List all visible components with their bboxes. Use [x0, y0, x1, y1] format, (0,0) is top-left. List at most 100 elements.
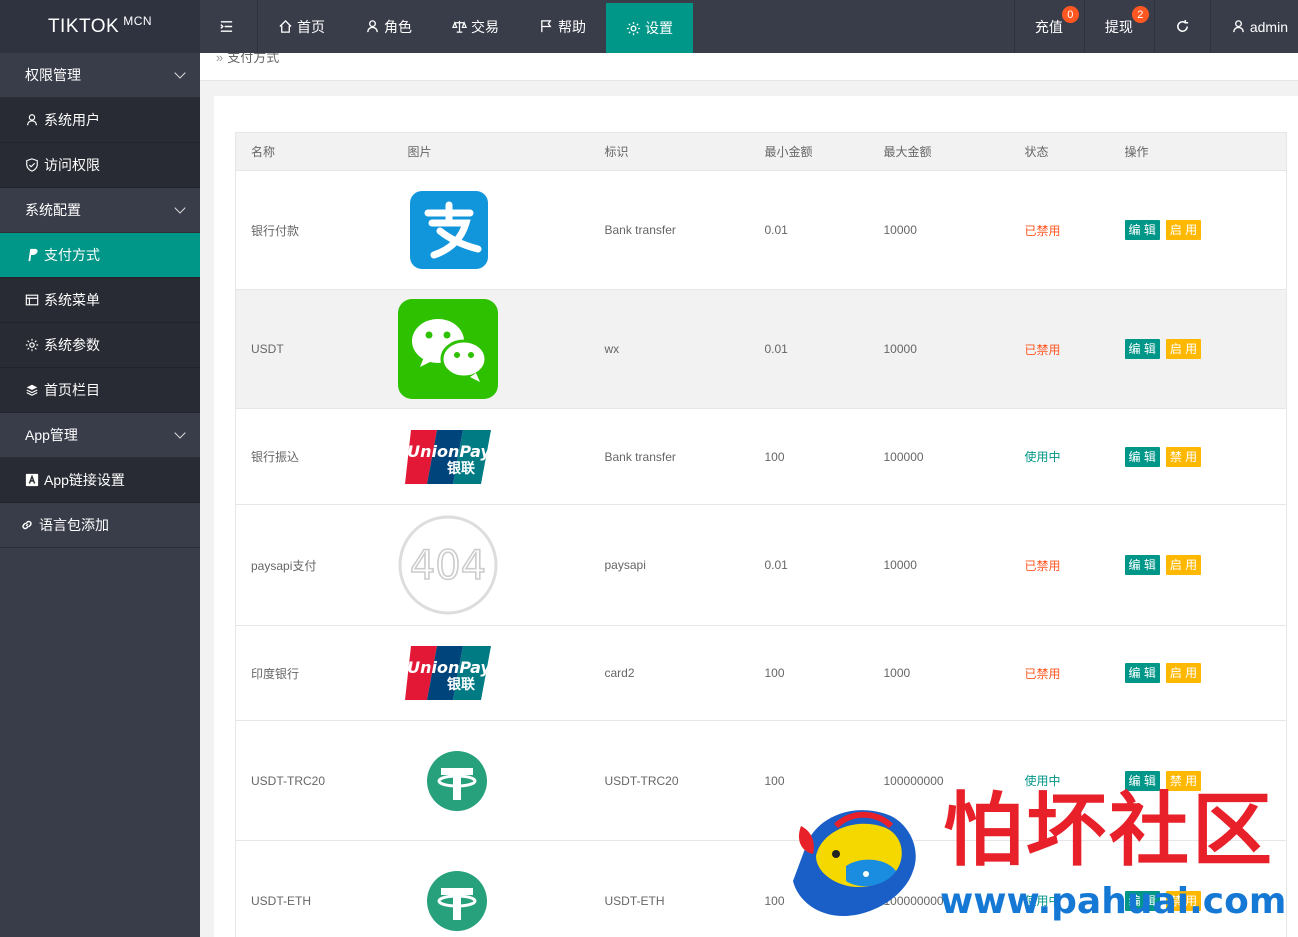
double-chevron-right-icon: » — [216, 53, 224, 65]
cell-image — [392, 289, 590, 409]
menu-toggle-button[interactable] — [200, 0, 258, 53]
toggle-button[interactable]: 启 用 — [1165, 339, 1202, 359]
col-action-header: 操作 — [1109, 132, 1287, 171]
sidebar-item-home-columns[interactable]: 首页栏目 — [0, 368, 200, 413]
cell-image — [392, 170, 590, 290]
col-max-header: 最大金额 — [868, 132, 1010, 171]
sidebar-group-permissions[interactable]: 权限管理 — [0, 53, 200, 98]
menu-fold-icon — [220, 21, 233, 32]
unionpay-cn-text: 银联 — [447, 460, 476, 477]
home-icon — [279, 19, 292, 33]
cell-image: UnionPay 银联 — [392, 408, 590, 505]
sidebar-group-label: 权限管理 — [25, 67, 81, 83]
sidebar-item-params[interactable]: 系统参数 — [0, 323, 200, 368]
cell-min: 0.01 — [749, 170, 869, 290]
cell-min: 100 — [749, 408, 869, 505]
edit-button[interactable]: 编 辑 — [1124, 446, 1160, 467]
cell-max: 1000 — [868, 625, 1010, 721]
sidebar-group-app[interactable]: App管理 — [0, 413, 200, 458]
nav-trade[interactable]: 交易 — [432, 0, 519, 53]
breadcrumb: » 支付方式 — [200, 53, 1298, 81]
cell-actions: 编 辑禁 用 — [1109, 408, 1287, 505]
404-placeholder-icon: 404 — [398, 515, 497, 615]
toggle-button[interactable]: 禁 用 — [1165, 446, 1202, 467]
gear-icon — [25, 338, 39, 352]
cell-max: 100000 — [868, 408, 1010, 505]
edit-button[interactable]: 编 辑 — [1124, 220, 1160, 240]
nav-role[interactable]: 角色 — [345, 0, 432, 53]
withdraw-button[interactable]: 提现 2 — [1083, 0, 1154, 53]
toggle-button[interactable]: 启 用 — [1165, 663, 1202, 683]
edit-button[interactable]: 编 辑 — [1124, 339, 1160, 359]
user-icon — [1233, 20, 1244, 33]
sidebar-group-config[interactable]: 系统配置 — [0, 188, 200, 233]
cell-image — [392, 840, 590, 937]
recharge-badge: 0 — [1061, 6, 1079, 23]
cell-name: paysapi支付 — [235, 504, 393, 626]
link-icon — [20, 518, 34, 532]
sidebar-item-access[interactable]: 访问权限 — [0, 143, 200, 188]
cell-status: 已禁用 — [1009, 625, 1110, 721]
sidebar-item-label: 访问权限 — [44, 157, 100, 173]
nav-help[interactable]: 帮助 — [519, 0, 606, 53]
sidebar-item-users[interactable]: 系统用户 — [0, 98, 200, 143]
edit-button[interactable]: 编 辑 — [1124, 555, 1160, 575]
admin-menu[interactable]: admin — [1209, 0, 1298, 53]
col-status-header: 状态 — [1009, 132, 1110, 171]
cell-name: USDT-ETH — [235, 840, 393, 937]
cell-max: 10000 — [868, 170, 1010, 290]
watermark-url: www.pahuai.com — [940, 881, 1287, 922]
recharge-label: 充值 — [1034, 18, 1063, 35]
breadcrumb-current[interactable]: 支付方式 — [227, 53, 279, 65]
sidebar-group-label: 系统配置 — [25, 202, 81, 218]
table-row: USDT wx 0.01 10000 已禁用 编 辑 启 用 — [235, 289, 1287, 409]
sidebar-item-label: 支付方式 — [44, 247, 100, 263]
user-icon — [25, 113, 39, 127]
placeholder-text: 404 — [409, 543, 485, 589]
cell-id: wx — [589, 289, 750, 409]
cell-name: 银行振込 — [235, 408, 393, 505]
nav-home[interactable]: 首页 — [258, 0, 345, 53]
wechat-icon — [397, 299, 498, 399]
watermark-title: 怕坏社区 — [943, 783, 1275, 877]
cell-actions: 编 辑启 用 — [1109, 170, 1287, 290]
app-logo[interactable]: TIKTOK MCN — [0, 0, 200, 53]
sidebar-item-label: 系统参数 — [44, 337, 100, 353]
nav-home-label: 首页 — [297, 18, 325, 35]
cell-status: 已禁用 — [1009, 504, 1110, 626]
user-icon — [367, 20, 378, 33]
col-id-header: 标识 — [589, 132, 750, 171]
cell-actions: 编 辑启 用 — [1109, 504, 1287, 626]
unionpay-icon: UnionPay 银联 — [404, 646, 491, 700]
sidebar-item-language[interactable]: 语言包添加 — [0, 503, 200, 548]
cell-max: 10000 — [868, 504, 1010, 626]
nav-role-label: 角色 — [384, 18, 412, 35]
unionpay-en-text: UnionPay — [407, 658, 491, 677]
col-image-header: 图片 — [392, 132, 590, 171]
cell-actions: 编 辑启 用 — [1109, 625, 1287, 721]
sidebar-item-menu[interactable]: 系统菜单 — [0, 278, 200, 323]
refresh-button[interactable] — [1153, 0, 1210, 53]
recharge-button[interactable]: 充值 0 — [1013, 0, 1084, 53]
paypal-icon — [25, 248, 39, 262]
nav-help-label: 帮助 — [558, 18, 586, 35]
cell-actions: 编 辑启 用 — [1109, 289, 1287, 409]
withdraw-label: 提现 — [1104, 18, 1133, 35]
sidebar-item-label: 首页栏目 — [44, 382, 100, 398]
nav-settings[interactable]: 设置 — [606, 3, 693, 53]
unionpay-en-text: UnionPay — [407, 442, 491, 461]
sidebar-item-app-link[interactable]: App链接设置 — [0, 458, 200, 503]
toggle-button[interactable]: 启 用 — [1165, 555, 1202, 575]
sidebar-item-payment[interactable]: 支付方式 — [0, 233, 200, 278]
logo-text: TIKTOK — [47, 15, 120, 37]
cell-id: paysapi — [589, 504, 750, 626]
table-row: 印度银行 UnionPay 银联 card2 100 1000 已禁用 编 辑启… — [235, 625, 1287, 721]
cell-name: USDT-TRC20 — [235, 720, 393, 841]
cell-name: USDT — [235, 289, 393, 409]
table-row: 银行振込 UnionPay 银联 Bank transfer 100 10000… — [235, 408, 1287, 505]
toggle-button[interactable]: 启 用 — [1165, 220, 1202, 240]
cell-min: 100 — [749, 625, 869, 721]
unionpay-icon: UnionPay 银联 — [404, 429, 491, 484]
edit-button[interactable]: 编 辑 — [1124, 663, 1160, 683]
refresh-icon — [1176, 19, 1188, 32]
